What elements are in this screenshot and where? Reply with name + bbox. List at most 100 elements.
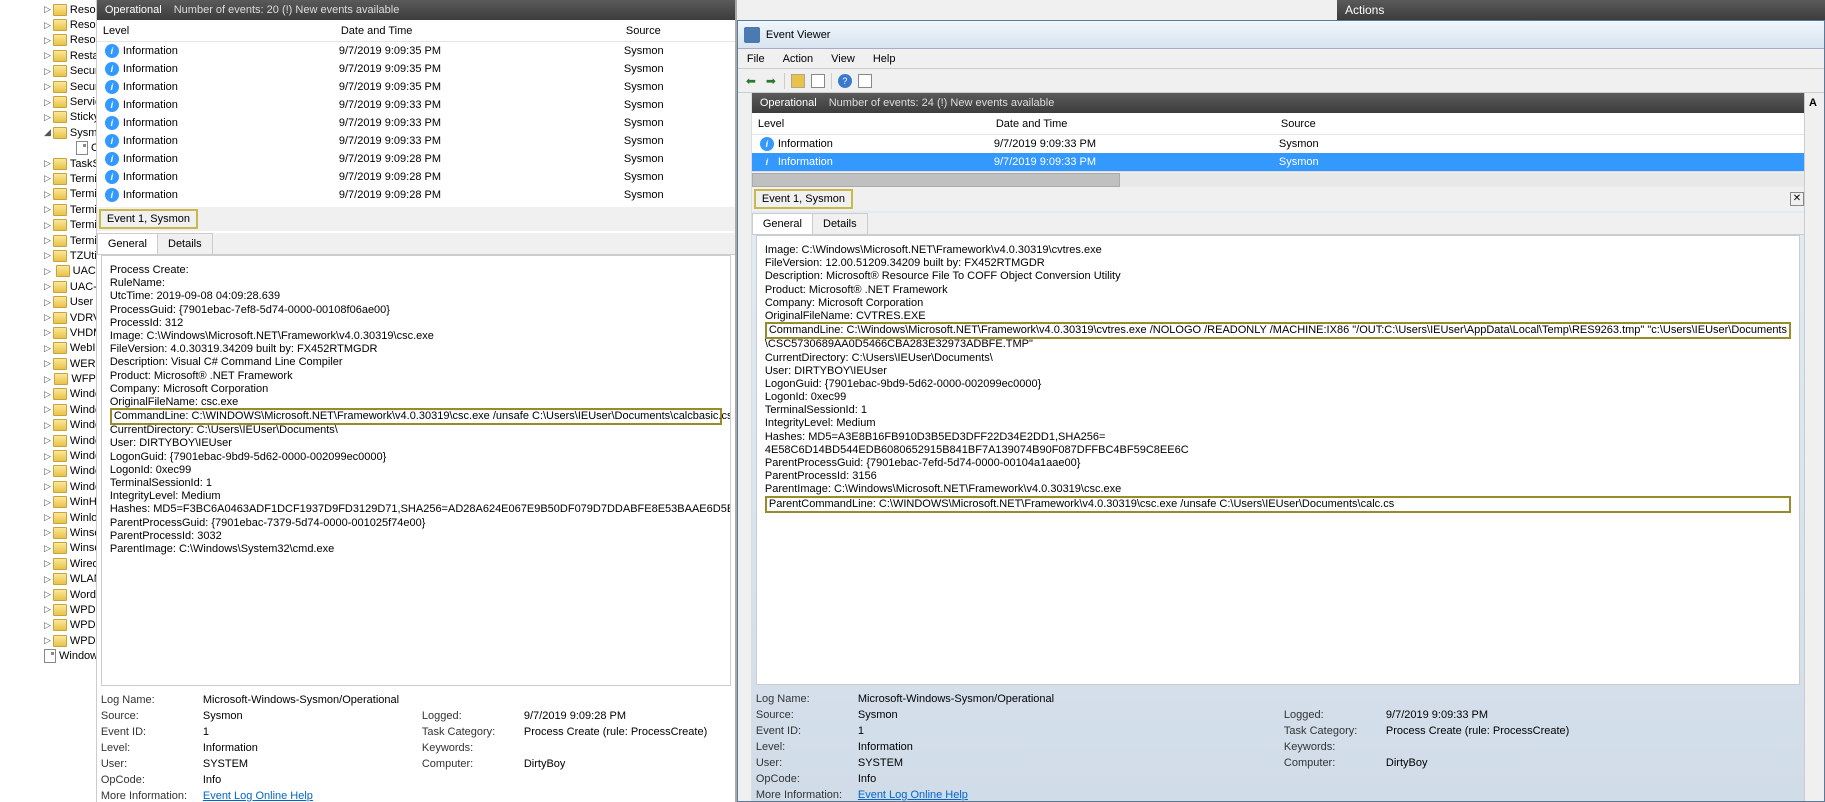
detail-tabs[interactable]: General Details [97,233,735,255]
back-button[interactable] [742,72,760,90]
tree-item-terminalservic[interactable]: ▷TerminalServic [0,202,96,217]
event-list-left[interactable]: iInformation9/7/2019 9:09:35 PMSysmoniIn… [97,42,735,207]
menu-action[interactable]: Action [774,53,823,65]
tree-item-resource-leak[interactable]: ▷Resource-Leak [0,33,96,48]
event-list-right[interactable]: iInformation9/7/2019 9:09:33 PMSysmoniIn… [752,135,1804,171]
tree-item-terminalservic[interactable]: ▷TerminalServic [0,233,96,248]
tree-item-windowscolor[interactable]: ▷WindowsColor [0,448,96,463]
tree-item-security-audi[interactable]: ▷Security-Audi [0,64,96,79]
expand-arrow-icon[interactable]: ▷ [44,589,51,600]
tree-item-resource-exha[interactable]: ▷Resource-Exha [0,17,96,32]
h-scrollbar[interactable] [752,171,1804,187]
col-date[interactable]: Date and Time [990,118,1275,130]
expand-arrow-icon[interactable]: ◢ [44,127,51,138]
tree-item-winlogon[interactable]: ▷Winlogon [0,510,96,525]
expand-arrow-icon[interactable]: ▷ [44,297,51,308]
tree-item-taskscheduler[interactable]: ▷TaskScheduler [0,156,96,171]
tree-item-webio[interactable]: ▷WebIO [0,341,96,356]
expand-arrow-icon[interactable]: ▷ [44,358,51,369]
tree-item-vdrvroot[interactable]: ▷VDRVROOT [0,310,96,325]
expand-arrow-icon[interactable]: ▷ [44,404,51,415]
properties-button[interactable] [809,72,827,90]
col-date[interactable]: Date and Time [335,25,620,37]
menu-file[interactable]: File [738,53,774,65]
tab-general[interactable]: General [97,233,158,254]
menu-help[interactable]: Help [864,53,905,65]
expand-arrow-icon[interactable]: ▷ [44,420,51,431]
expand-arrow-icon[interactable]: ▷ [44,604,51,615]
tree-item-wpd-classinst[interactable]: ▷WPD-ClassInst [0,602,96,617]
tree-item-windowssyste[interactable]: ▷WindowsSyste [0,464,96,479]
event-columns-right[interactable]: Level Date and Time Source [752,113,1804,135]
tree-item-winsock-netw[interactable]: ▷Winsock Netw [0,541,96,556]
col-source[interactable]: Source [1275,118,1804,130]
tree-item-uac[interactable]: ▷UAC [0,264,96,279]
tree-item-windows-firew[interactable]: ▷Windows Firew [0,402,96,417]
expand-arrow-icon[interactable]: ▷ [44,481,51,492]
tree-item-wlan-autoco[interactable]: ▷WLAN-AutoCo [0,571,96,586]
tree-item-windowsupda[interactable]: ▷WindowsUpda [0,479,96,494]
forward-button[interactable] [762,72,780,90]
tree-item-wer-diagnosti[interactable]: ▷WER-Diagnosti [0,356,96,371]
tree-item-sysmon[interactable]: ◢Sysmon [0,125,96,140]
event-row[interactable]: iInformation9/7/2019 9:09:28 PMSysmon [97,168,735,186]
menu-view[interactable]: View [822,53,864,65]
toolbar[interactable]: ? [738,69,1824,93]
tree-item-tzutil[interactable]: ▷TZUtil [0,248,96,263]
tree-item-security-identi[interactable]: ▷Security-Identi [0,79,96,94]
event-row[interactable]: iInformation9/7/2019 9:09:33 PMSysmon [97,96,735,114]
expand-arrow-icon[interactable]: ▷ [44,281,51,292]
expand-arrow-icon[interactable]: ▷ [44,620,51,631]
tree-item-wfp[interactable]: ▷WFP [0,371,96,386]
expand-arrow-icon[interactable]: ▷ [44,81,51,92]
tree-item-wpd-mtpclas[interactable]: ▷WPD-MTPClas [0,633,96,648]
expand-arrow-icon[interactable]: ▷ [44,374,52,385]
expand-arrow-icon[interactable]: ▷ [44,312,51,323]
tree-item-vhdmp[interactable]: ▷VHDMP [0,325,96,340]
expand-arrow-icon[interactable]: ▷ [44,543,51,554]
expand-arrow-icon[interactable]: ▷ [44,635,51,646]
event-columns[interactable]: Level Date and Time Source [97,20,735,42]
show-tree-button[interactable] [789,72,807,90]
tree-item-terminalservic[interactable]: ▷TerminalServic [0,187,96,202]
refresh-button[interactable] [856,72,874,90]
tree-item-terminalservic[interactable]: ▷TerminalServic [0,217,96,232]
expand-arrow-icon[interactable]: ▷ [44,497,51,508]
nav-gutter[interactable] [738,93,752,801]
expand-arrow-icon[interactable]: ▷ [44,173,51,184]
help-button[interactable]: ? [836,72,854,90]
expand-arrow-icon[interactable]: ▷ [44,343,51,354]
expand-arrow-icon[interactable]: ▷ [44,50,51,61]
expand-arrow-icon[interactable]: ▷ [44,112,51,123]
event-row[interactable]: iInformation9/7/2019 9:09:33 PMSysmon [97,114,735,132]
expand-arrow-icon[interactable]: ▷ [44,235,51,246]
expand-arrow-icon[interactable]: ▷ [44,35,51,46]
expand-arrow-icon[interactable]: ▷ [44,527,51,538]
menu-bar[interactable]: File Action View Help [738,49,1824,69]
event-row[interactable]: iInformation9/7/2019 9:09:33 PMSysmon [752,153,1804,171]
expand-arrow-icon[interactable]: ▷ [44,220,51,231]
window-titlebar[interactable]: Event Viewer [738,21,1824,49]
event-row[interactable]: iInformation9/7/2019 9:09:35 PMSysmon [97,60,735,78]
tree-item-service-report[interactable]: ▷Service Report [0,94,96,109]
tree-item-user-profile-se[interactable]: ▷User Profile Se [0,294,96,309]
expand-arrow-icon[interactable]: ▷ [44,558,51,569]
tree-item-operationa[interactable]: Operationa [0,141,96,156]
tree-item-resource-exha[interactable]: ▷Resource-Exha [0,2,96,17]
close-detail-button[interactable]: ✕ [1790,192,1804,206]
expand-arrow-icon[interactable]: ▷ [44,4,51,15]
log-tree[interactable]: ▷Resource-Exha▷Resource-Exha▷Resource-Le… [0,0,97,802]
event-row[interactable]: iInformation9/7/2019 9:09:35 PMSysmon [97,78,735,96]
tree-item-uac-filevirtua[interactable]: ▷UAC-FileVirtua [0,279,96,294]
event-row[interactable]: iInformation9/7/2019 9:09:28 PMSysmon [97,186,735,204]
tree-item-windowsback-[interactable]: ▷WindowsBackı [0,433,96,448]
tree-item-windows-rem[interactable]: ▷Windows Rem [0,418,96,433]
expand-arrow-icon[interactable]: ▷ [44,574,51,585]
expand-arrow-icon[interactable]: ▷ [44,20,51,31]
expand-arrow-icon[interactable]: ▷ [44,327,51,338]
expand-arrow-icon[interactable]: ▷ [44,389,51,400]
actions-panel[interactable]: A [1804,93,1824,801]
event-row[interactable]: iInformation9/7/2019 9:09:28 PMSysmon [97,150,735,168]
event-detail-left[interactable]: Process Create:RuleName:UtcTime: 2019-09… [101,255,731,686]
tree-item-wpd-compos[interactable]: ▷WPD-Compos [0,618,96,633]
